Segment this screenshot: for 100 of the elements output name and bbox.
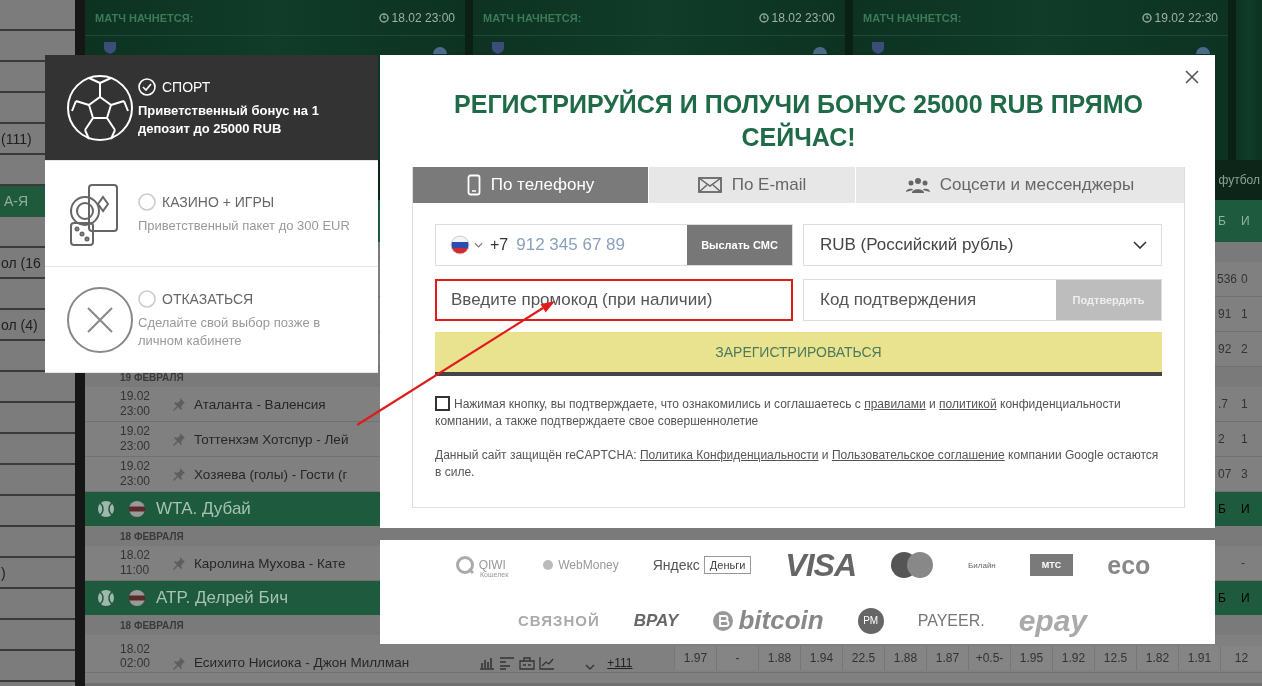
envelope-icon — [697, 177, 722, 193]
odds-cell[interactable]: 1.92 — [1052, 646, 1094, 670]
odds-cell[interactable]: 2 — [1216, 422, 1239, 456]
caret-icon — [1133, 241, 1147, 249]
policy-link[interactable]: правилами — [864, 397, 926, 411]
league-name[interactable]: ATP. Делрей Бич — [156, 588, 288, 608]
option-description: Приветственный пакет до 300 EUR — [138, 216, 350, 235]
odds-cell[interactable]: +0.5- — [968, 646, 1010, 670]
odds-cell[interactable]: 91 — [1216, 297, 1239, 331]
date-heading: 19 ФЕВРАЛЯ — [119, 371, 184, 383]
flag-icon[interactable] — [450, 235, 470, 255]
policy-link[interactable]: Политика Конфиденциальности — [639, 448, 819, 462]
match-name[interactable]: Есихито Нисиока - Джон Миллман — [194, 655, 410, 670]
odds-cell[interactable]: футбол — [1216, 160, 1262, 200]
currency-select[interactable]: RUB (Российский рубль) — [803, 224, 1162, 266]
odds-cell[interactable]: 1.97 — [674, 646, 716, 670]
pin-icon[interactable] — [172, 556, 186, 570]
odds-cell[interactable]: 1.88 — [758, 646, 800, 670]
odds-cell[interactable]: 1.88 — [884, 646, 926, 670]
bonus-option[interactable]: СПОРТ Приветственный бонус на 1 депозит до 25000 RUB — [45, 55, 378, 161]
beeline-logo: Билайн — [968, 560, 996, 570]
tennis-ball-icon — [97, 500, 115, 518]
promo-code-input[interactable]: Введите промокод (при наличии) — [435, 279, 793, 321]
bitcoin-logo: bitcoin — [712, 605, 824, 636]
odds-cell[interactable]: - — [716, 646, 758, 670]
yandex-logo: Яндекс Деньги — [652, 556, 752, 574]
league-name[interactable]: WTA. Дубай — [156, 499, 251, 519]
send-sms-button[interactable]: Выслать СМС — [687, 225, 792, 265]
odds-cell[interactable]: Б — [1216, 581, 1239, 615]
flag-icon — [128, 589, 146, 607]
odds-cell[interactable]: 1.87 — [926, 646, 968, 670]
odds-cell[interactable]: Б — [1216, 492, 1239, 526]
option-title: СПОРТ — [162, 78, 211, 95]
team-logo-icon — [103, 42, 117, 54]
radio-button[interactable] — [138, 192, 156, 211]
pin-icon[interactable] — [172, 432, 186, 446]
tab[interactable]: Соцсети и мессенджеры — [856, 167, 1184, 203]
match-name[interactable]: Каролина Мухова - Кате — [194, 555, 346, 571]
pin-icon[interactable] — [172, 467, 186, 481]
policy-link[interactable]: Пользовательское соглашение — [831, 448, 1005, 462]
match-time: 18.02 02:00 — [119, 642, 152, 670]
register-button[interactable]: ЗАРЕГИСТРИРОВАТЬСЯ — [435, 332, 1162, 376]
consent-checkbox[interactable] — [435, 396, 450, 411]
odds-cell[interactable]: Б — [1216, 200, 1239, 242]
scoreboard-icon[interactable] — [519, 656, 536, 670]
pin-icon[interactable] — [172, 397, 186, 411]
tennis-ball-icon — [97, 589, 115, 607]
list-icon[interactable] — [499, 656, 516, 670]
bar-chart-icon[interactable] — [479, 656, 496, 670]
caret-icon[interactable] — [474, 242, 483, 248]
radio-button[interactable] — [138, 289, 156, 308]
bonus-option[interactable]: КАЗИНО + ИГРЫ Приветственный пакет до 300 EUR — [45, 161, 378, 267]
odds-cell[interactable]: 1 — [1239, 422, 1262, 456]
odds-cell[interactable]: 3 — [1239, 457, 1262, 491]
odds-cell[interactable]: 1.94 — [800, 646, 842, 670]
odds-cell[interactable]: 1 — [1239, 297, 1262, 331]
tab[interactable]: По телефону — [413, 167, 648, 203]
phone-icon — [466, 174, 481, 196]
dialog-title: РЕГИСТРИРУЙСЯ И ПОЛУЧИ БОНУС 25000 RUB ПРЯМО СЕЙЧАС! — [453, 88, 1144, 153]
line-chart-icon[interactable] — [539, 656, 556, 670]
odds-cell[interactable]: - — [1239, 546, 1262, 580]
match-time: 19.02 23:00 — [119, 389, 152, 419]
tab[interactable]: По E-mail — [648, 167, 856, 203]
clock-icon — [1141, 12, 1152, 23]
odds-cell[interactable]: 0 — [1239, 262, 1262, 296]
date-heading: 18 ФЕВРАЛЯ — [119, 619, 184, 631]
pm-logo: PM — [857, 607, 884, 634]
match-name[interactable]: Аталанта - Валенсия — [194, 396, 326, 412]
odds-cell[interactable]: 12 — [1220, 646, 1262, 670]
odds-cell[interactable]: И — [1239, 200, 1262, 242]
odds-cell[interactable]: И — [1239, 581, 1262, 615]
mastercard-logo — [890, 551, 935, 579]
match-time: 19.02 23:00 — [119, 424, 152, 454]
odds-cell[interactable]: 1.95 — [1010, 646, 1052, 670]
odds-cell[interactable]: 2 — [1239, 332, 1262, 366]
odds-cell[interactable]: 536 — [1214, 262, 1239, 296]
odds-cell[interactable]: 07 — [1216, 457, 1239, 491]
match-name[interactable]: Хозяева (голы) - Гости (г — [194, 466, 348, 482]
more-markets-link[interactable]: +111 — [607, 656, 633, 670]
odds-cell[interactable]: 1.91 — [1178, 646, 1220, 670]
team-logo-icon — [491, 42, 505, 54]
odds-cell[interactable]: 22.5 — [842, 646, 884, 670]
caret-icon[interactable] — [585, 664, 596, 670]
odds-cell[interactable]: 92 — [1216, 332, 1239, 366]
match-start-label: МАТЧ НАЧНЕТСЯ: — [95, 11, 194, 24]
odds-cell[interactable]: 12.5 — [1094, 646, 1136, 670]
odds-cell[interactable]: И — [1239, 492, 1262, 526]
phone-field[interactable]: +7 912 345 67 89 Выслать СМС — [435, 224, 793, 266]
odds-cell[interactable]: .7 — [1216, 387, 1239, 421]
odds-cell[interactable]: 1.82 — [1136, 646, 1178, 670]
policy-link[interactable]: политикой — [939, 397, 997, 411]
match-start-label: МАТЧ НАЧНЕТСЯ: — [483, 11, 582, 24]
match-name[interactable]: Тоттенхэм Хотспур - Лей — [194, 431, 349, 447]
option-title: КАЗИНО + ИГРЫ — [162, 193, 275, 210]
webmoney-logo: WebMoney — [542, 558, 619, 572]
pin-icon[interactable] — [172, 656, 186, 670]
close-circle-icon — [65, 284, 135, 355]
odds-cell[interactable]: 1 — [1239, 387, 1262, 421]
match-time: 18.02 23:00 — [771, 10, 835, 25]
bonus-option[interactable]: ОТКАЗАТЬСЯ Сделайте свой выбор позже в личном кабинете — [45, 267, 378, 373]
